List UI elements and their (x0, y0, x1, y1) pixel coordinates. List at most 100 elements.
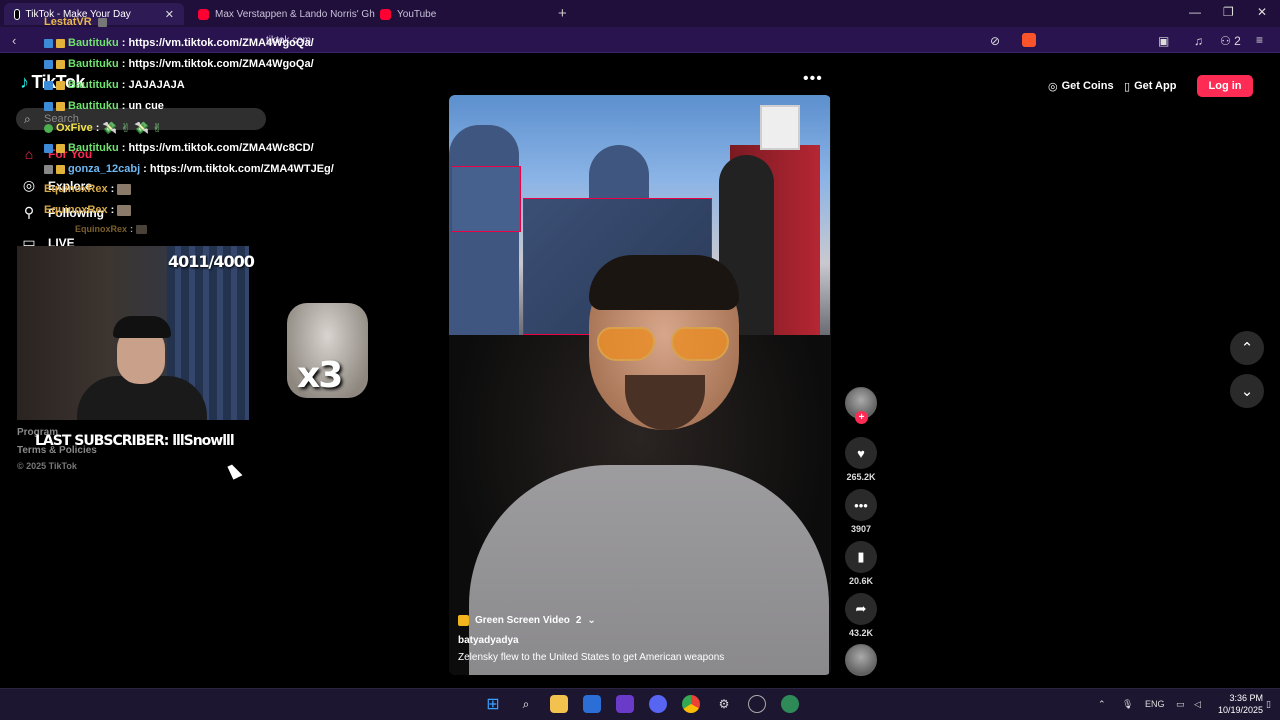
store-icon[interactable] (583, 695, 601, 713)
minimize-button[interactable]: — (1189, 5, 1201, 19)
chat-message: LestatVR (44, 16, 107, 28)
file-explorer-icon[interactable] (550, 695, 568, 713)
get-app-button[interactable]: ▯ Get App (1124, 76, 1176, 96)
green-screen-background-image (449, 95, 830, 365)
zoom-inset (451, 166, 521, 232)
coin-icon: ◎ (1048, 80, 1058, 93)
chat-message: gonza_12cabj : https://vm.tiktok.com/ZMA… (44, 163, 334, 175)
chat-message: Bautituku : un cue (44, 100, 164, 112)
clock-date: 10/19/2025 (1218, 705, 1264, 715)
tab-youtube[interactable]: YouTube (370, 3, 446, 25)
video-author[interactable]: batyadyadya (458, 635, 519, 646)
sidebar-icon[interactable]: ▣ (1158, 34, 1169, 48)
sound-disc[interactable] (845, 644, 877, 676)
chat-message: Bautituku : https://vm.tiktok.com/ZMA4Wg… (44, 58, 314, 70)
camera-off-icon[interactable]: ⊘ (990, 34, 1000, 48)
chevron-up-icon: ⌃ (1240, 340, 1254, 357)
tab-label: YouTube (397, 8, 437, 20)
badge-icon (56, 80, 65, 90)
webcam-feed (17, 246, 249, 420)
close-tab-icon[interactable]: ✕ (165, 8, 174, 21)
compass-icon: ◎ (22, 177, 36, 193)
discord-icon[interactable] (649, 695, 667, 713)
chat-user: Bautituku (68, 142, 119, 154)
save-button[interactable]: ▮ 20.6K (845, 541, 877, 586)
effect-icon (458, 615, 469, 626)
emote-icon (117, 183, 132, 195)
share-button[interactable]: ➦ 43.2K (845, 593, 877, 638)
close-window-button[interactable]: ✕ (1257, 5, 1267, 19)
obs-icon[interactable] (748, 695, 766, 713)
get-coins-label: Get Coins (1061, 80, 1114, 92)
comment-button[interactable]: ••• 3907 (845, 489, 877, 534)
brave-browser-icon[interactable] (616, 695, 634, 713)
tag-count: 2 (575, 615, 582, 626)
menu-icon[interactable]: ≡ (1256, 33, 1263, 47)
chat-user: EquinoxRex (75, 224, 128, 234)
tab-youtube-video[interactable]: Max Verstappen & Lando Norris' Gh (188, 3, 385, 25)
language-indicator[interactable]: ENG (1145, 699, 1165, 709)
tag-label: Green Screen Video (475, 615, 570, 626)
back-button[interactable]: ‹ (12, 33, 16, 48)
video-player[interactable] (449, 95, 831, 675)
chat-message: OxFive : 💸 ✌ 💸 ✌ (44, 121, 162, 135)
get-coins-button[interactable]: ◎ Get Coins (1048, 76, 1114, 96)
network-icon[interactable]: ▭ (1176, 699, 1185, 710)
share-count: 43.2K (848, 628, 874, 638)
windows-start-icon[interactable]: ⊞ (484, 695, 502, 713)
microphone-icon[interactable]: 🎙 (1122, 699, 1133, 710)
badge-icon (56, 59, 65, 69)
author-avatar[interactable]: + (845, 387, 877, 424)
search-icon[interactable]: ⌕ (517, 695, 535, 713)
chat-text: : (110, 204, 115, 216)
phone-icon: ▯ (1124, 80, 1131, 93)
youtube-favicon-icon (380, 8, 391, 20)
chat-user: Bautituku (68, 58, 119, 70)
badge-icon (44, 101, 53, 111)
chat-text: : https://vm.tiktok.com/ZMA4Wc8CD/ (121, 142, 314, 154)
chat-user: LestatVR (44, 16, 92, 28)
creator-body (469, 465, 829, 675)
windows-taskbar (0, 688, 1280, 720)
comment-icon: ••• (845, 489, 877, 521)
music-icon[interactable]: ♫ (1194, 34, 1203, 48)
chat-text: : https://vm.tiktok.com/ZMA4WgoQa/ (121, 37, 314, 49)
tiktok-note-icon: ♪ (20, 72, 29, 92)
emote-icon (136, 224, 148, 234)
tray-overflow-icon[interactable]: ⌃ (1098, 699, 1106, 710)
maximize-button[interactable]: ❐ (1223, 5, 1234, 19)
extensions-icon[interactable]: ⚇ 2 (1220, 34, 1241, 48)
chat-message: Bautituku : JAJAJAJA (44, 79, 185, 91)
tiktok-favicon-icon (14, 8, 20, 20)
home-icon: ⌂ (24, 146, 34, 162)
get-app-label: Get App (1134, 80, 1177, 92)
emote-multiplier: x3 (297, 355, 343, 396)
search-icon: ⌕ (24, 112, 31, 126)
taskbar-clock[interactable]: 3:36 PM 10/19/2025 (1218, 692, 1263, 716)
badge-icon (44, 80, 53, 90)
settings-icon[interactable]: ⚙ (715, 695, 733, 713)
previous-video-button[interactable]: ⌃ (1230, 331, 1264, 365)
green-screen-tag[interactable]: Green Screen Video 2 ⌄ (458, 615, 596, 626)
brave-shield-icon[interactable] (1022, 33, 1036, 47)
heart-icon: ♥ (845, 437, 877, 469)
chat-user: Bautituku (68, 37, 119, 49)
volume-icon[interactable]: ◁ (1194, 699, 1201, 710)
save-count: 20.6K (848, 576, 874, 586)
new-tab-button[interactable]: + (558, 5, 567, 22)
follow-plus-icon[interactable]: + (855, 411, 868, 424)
chevron-down-icon: ⌄ (1240, 383, 1254, 400)
xbox-icon[interactable] (781, 695, 799, 713)
login-button[interactable]: Log in (1197, 75, 1253, 97)
chat-message: Bautituku : https://vm.tiktok.com/ZMA4Wg… (44, 37, 314, 49)
chat-user: Bautituku (68, 100, 119, 112)
chat-text: : JAJAJAJA (121, 79, 185, 91)
chat-text: : un cue (121, 100, 164, 112)
chat-user: gonza_12cabj (68, 163, 141, 175)
like-button[interactable]: ♥ 265.2K (845, 437, 877, 482)
notification-icon[interactable]: ▯ (1266, 699, 1271, 710)
next-video-button[interactable]: ⌄ (1230, 374, 1264, 408)
chrome-icon[interactable] (682, 695, 700, 713)
more-options-icon[interactable]: ••• (803, 70, 823, 88)
chat-user: Bautituku (68, 79, 119, 91)
